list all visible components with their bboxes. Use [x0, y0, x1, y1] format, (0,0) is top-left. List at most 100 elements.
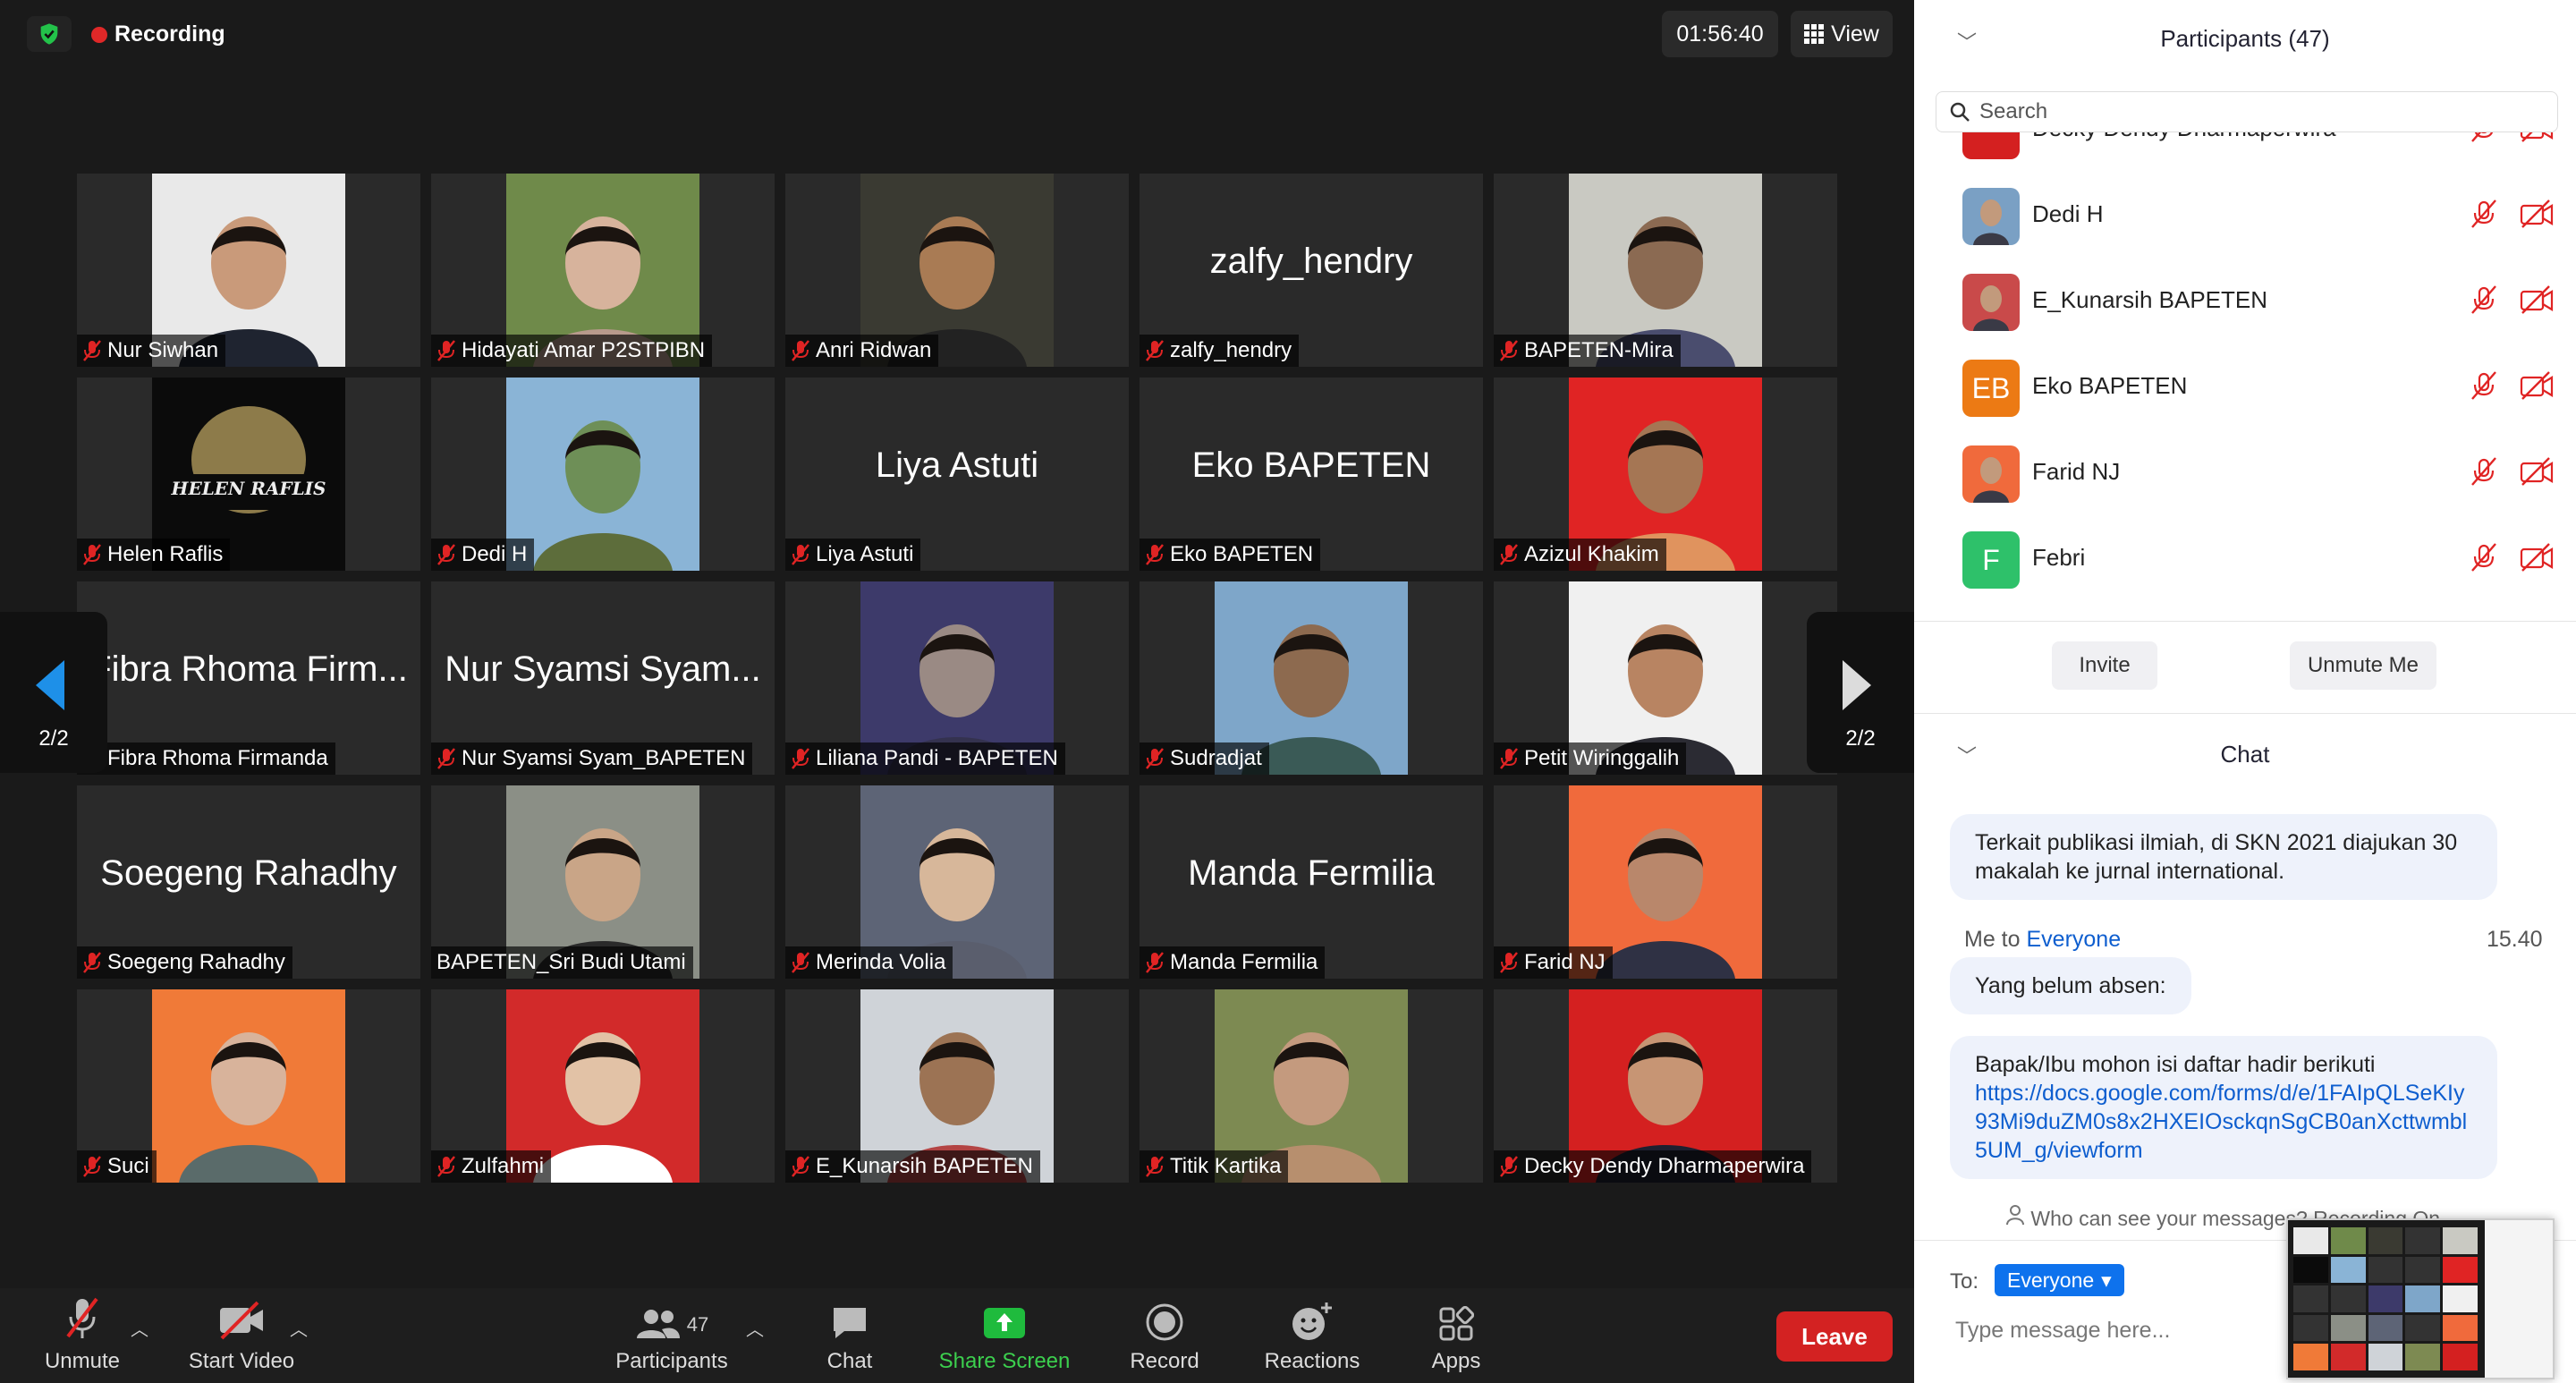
unmute-button[interactable]: Unmute	[36, 1288, 129, 1383]
participant-name-tag: BAPETEN_Sri Budi Utami	[431, 946, 693, 979]
thumbnail-tile	[2293, 1227, 2328, 1254]
participant-row[interactable]: F Febri	[1914, 513, 2576, 599]
video-tile[interactable]: Soegeng Rahadhy Soegeng Rahadhy	[77, 785, 420, 979]
chat-meta-to[interactable]: Everyone	[2026, 927, 2121, 952]
audio-options-caret-icon[interactable]: ︿	[131, 1315, 148, 1341]
dropdown-triangle-icon: ▾	[2101, 1268, 2112, 1292]
video-tile[interactable]: Fibra Rhoma Firm... Fibra Rhoma Firmanda	[77, 581, 420, 775]
participant-name-tag: Liliana Pandi - BAPETEN	[785, 742, 1065, 775]
participants-list: Decky Dendy Dharmaperwira Dedi H E_Kunars…	[1914, 132, 2576, 621]
chat-message-link[interactable]: https://docs.google.com/forms/d/e/1FAIpQ…	[1975, 1081, 2467, 1163]
video-tile[interactable]: Manda Fermilia Manda Fermilia	[1140, 785, 1483, 979]
participant-name-tag: Anri Ridwan	[785, 335, 939, 367]
participant-row[interactable]: E_Kunarsih BAPETEN	[1914, 256, 2576, 342]
security-shield-icon[interactable]	[27, 16, 72, 52]
screen-share-thumbnail[interactable]	[2286, 1218, 2555, 1379]
video-tile[interactable]: Decky Dendy Dharmaperwira	[1494, 989, 1837, 1183]
participants-count: 47	[686, 1313, 709, 1336]
participant-name: Eko BAPETEN	[2032, 372, 2188, 399]
participants-search-input[interactable]: Search	[1936, 91, 2558, 132]
reactions-button[interactable]: Reactions	[1256, 1288, 1368, 1383]
microphone-muted-icon	[436, 747, 456, 770]
video-tile[interactable]: Azizul Khakim	[1494, 378, 1837, 571]
video-tile[interactable]: HELEN RAFLIS Helen Raflis	[77, 378, 420, 571]
video-tile[interactable]: Hidayati Amar P2STPIBN	[431, 174, 775, 367]
video-tile[interactable]: Farid NJ	[1494, 785, 1837, 979]
video-tile[interactable]: Nur Siwhan	[77, 174, 420, 367]
record-button[interactable]: Record	[1120, 1288, 1209, 1383]
share-screen-button[interactable]: Share Screen	[930, 1288, 1079, 1383]
microphone-muted-icon	[791, 747, 810, 770]
video-tile[interactable]: Anri Ridwan	[785, 174, 1129, 367]
video-tile[interactable]: Dedi H	[431, 378, 775, 571]
previous-page-button[interactable]: 2/2	[0, 612, 107, 773]
microphone-muted-icon	[1145, 543, 1165, 566]
video-tile[interactable]: Sudradjat	[1140, 581, 1483, 775]
video-tile[interactable]: Titik Kartika	[1140, 989, 1483, 1183]
search-icon	[1950, 102, 1970, 122]
chat-message-input[interactable]: Type message here...	[1955, 1318, 2170, 1344]
video-tile[interactable]: Petit Wiringgalih	[1494, 581, 1837, 775]
logo-text: HELEN RAFLIS	[171, 478, 326, 499]
thumbnail-tile	[2368, 1314, 2403, 1342]
start-video-label: Start Video	[188, 1349, 295, 1373]
leave-button[interactable]: Leave	[1776, 1311, 1893, 1362]
view-button[interactable]: View	[1791, 11, 1893, 57]
microphone-muted-icon	[36, 1288, 129, 1342]
chat-recipient-value: Everyone	[2007, 1268, 2095, 1292]
start-video-button[interactable]: Start Video	[179, 1288, 304, 1383]
participant-name: Eko BAPETEN	[1170, 542, 1314, 566]
apps-button[interactable]: Apps	[1411, 1288, 1501, 1383]
video-tile[interactable]: Suci	[77, 989, 420, 1183]
participant-row[interactable]: Farid NJ	[1914, 428, 2576, 513]
chat-meta-from: Me to	[1964, 927, 2027, 952]
participant-name: Decky Dendy Dharmaperwira	[2032, 132, 2336, 142]
participant-row[interactable]: Dedi H	[1914, 170, 2576, 256]
participant-display-name: Fibra Rhoma Firm...	[89, 649, 408, 689]
video-tile[interactable]: Nur Syamsi Syam... Nur Syamsi Syam_BAPETE…	[431, 581, 775, 775]
apps-icon	[1411, 1288, 1501, 1342]
participant-name: Nur Syamsi Syam_BAPETEN	[462, 746, 746, 770]
search-placeholder: Search	[1979, 99, 2048, 123]
participant-name: E_Kunarsih BAPETEN	[816, 1154, 1033, 1178]
video-tile[interactable]: BAPETEN-Mira	[1494, 174, 1837, 367]
participants-button[interactable]: 47 Participants	[608, 1288, 735, 1383]
thumbnail-tile	[2405, 1256, 2441, 1284]
unmute-me-button[interactable]: Unmute Me	[2290, 641, 2436, 690]
participants-options-caret-icon[interactable]: ︿	[746, 1315, 764, 1341]
participant-row[interactable]: EB Eko BAPETEN	[1914, 342, 2576, 428]
video-tile[interactable]: Eko BAPETEN Eko BAPETEN	[1140, 378, 1483, 571]
invite-button[interactable]: Invite	[2052, 641, 2157, 690]
participant-row-partial[interactable]: Decky Dendy Dharmaperwira	[1914, 132, 2576, 170]
chat-icon	[805, 1288, 894, 1342]
participant-name: Dedi H	[462, 542, 528, 566]
microphone-muted-icon	[1145, 339, 1165, 362]
thumbnail-sidebar	[2485, 1220, 2553, 1378]
video-tile[interactable]: Liliana Pandi - BAPETEN	[785, 581, 1129, 775]
video-options-caret-icon[interactable]: ︿	[290, 1315, 308, 1341]
microphone-muted-icon	[82, 543, 102, 566]
next-page-button[interactable]: 2/2	[1807, 612, 1914, 773]
video-tile[interactable]: BAPETEN_Sri Budi Utami	[431, 785, 775, 979]
participant-name-tag: Soegeng Rahadhy	[77, 946, 292, 979]
chat-recipient-dropdown[interactable]: Everyone ▾	[1995, 1264, 2124, 1296]
thumbnail-tile	[2405, 1314, 2441, 1342]
video-tile[interactable]: E_Kunarsih BAPETEN	[785, 989, 1129, 1183]
video-off-icon	[2519, 456, 2555, 491]
participant-name: Soegeng Rahadhy	[107, 950, 285, 974]
video-tile[interactable]: Zulfahmi	[431, 989, 775, 1183]
chat-message-text: Bapak/Ibu mohon isi daftar hadir berikut…	[1975, 1052, 2376, 1077]
video-off-icon	[2519, 542, 2555, 577]
video-tile[interactable]: Liya Astuti Liya Astuti	[785, 378, 1129, 571]
video-off-icon	[2519, 199, 2555, 233]
chat-header: ﹀ Chat	[1914, 716, 2576, 796]
chat-button[interactable]: Chat	[805, 1288, 894, 1383]
thumbnail-tile	[2368, 1256, 2403, 1284]
video-tile[interactable]: Merinda Volia	[785, 785, 1129, 979]
microphone-muted-icon	[82, 1155, 102, 1178]
video-off-icon	[2519, 370, 2555, 405]
video-tile[interactable]: zalfy_hendry zalfy_hendry	[1140, 174, 1483, 367]
participant-name-tag: Liya Astuti	[785, 539, 921, 571]
participant-name: E_Kunarsih BAPETEN	[2032, 286, 2268, 313]
participant-display-name: Eko BAPETEN	[1191, 445, 1431, 485]
